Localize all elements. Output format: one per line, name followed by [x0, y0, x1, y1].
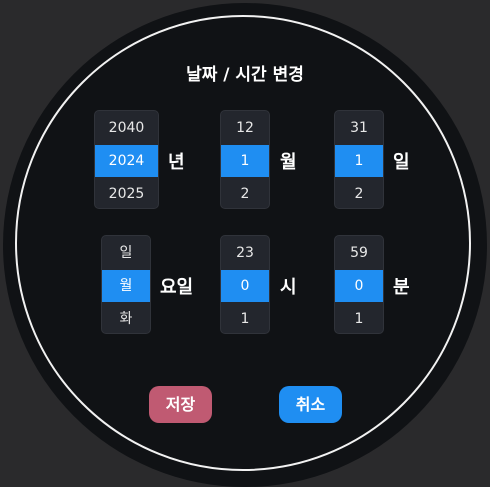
year-next-option[interactable]: 2025	[95, 178, 158, 208]
year-selected-option[interactable]: 2024	[95, 145, 158, 177]
day-picker[interactable]: 31 1 2	[334, 110, 384, 209]
year-unit-label: 년	[168, 152, 185, 173]
day-selected-option[interactable]: 1	[335, 145, 383, 177]
hour-selected-option[interactable]: 0	[221, 270, 269, 302]
month-picker[interactable]: 12 1 2	[220, 110, 270, 209]
year-picker[interactable]: 2040 2024 2025	[94, 110, 159, 209]
hour-next-option[interactable]: 1	[221, 303, 269, 333]
minute-picker[interactable]: 59 0 1	[334, 235, 384, 334]
minute-next-option[interactable]: 1	[335, 303, 383, 333]
hour-picker[interactable]: 23 0 1	[220, 235, 270, 334]
weekday-selected-option[interactable]: 월	[102, 270, 150, 302]
minute-unit-label: 분	[393, 277, 410, 298]
minute-selected-option[interactable]: 0	[335, 270, 383, 302]
dialog-title: 날짜 / 시간 변경	[186, 65, 304, 85]
weekday-next-option[interactable]: 화	[102, 303, 150, 333]
save-button[interactable]: 저장	[149, 386, 212, 423]
hour-prev-option[interactable]: 23	[221, 237, 269, 269]
minute-prev-option[interactable]: 59	[335, 237, 383, 269]
weekday-prev-option[interactable]: 일	[102, 237, 150, 269]
weekday-picker[interactable]: 일 월 화	[101, 235, 151, 334]
month-selected-option[interactable]: 1	[221, 145, 269, 177]
day-prev-option[interactable]: 31	[335, 112, 383, 144]
cancel-button[interactable]: 취소	[279, 386, 342, 423]
month-prev-option[interactable]: 12	[221, 112, 269, 144]
weekday-unit-label: 요일	[160, 277, 194, 298]
month-unit-label: 월	[280, 152, 297, 173]
year-prev-option[interactable]: 2040	[95, 112, 158, 144]
hour-unit-label: 시	[280, 277, 297, 298]
month-next-option[interactable]: 2	[221, 178, 269, 208]
day-next-option[interactable]: 2	[335, 178, 383, 208]
day-unit-label: 일	[393, 152, 410, 173]
